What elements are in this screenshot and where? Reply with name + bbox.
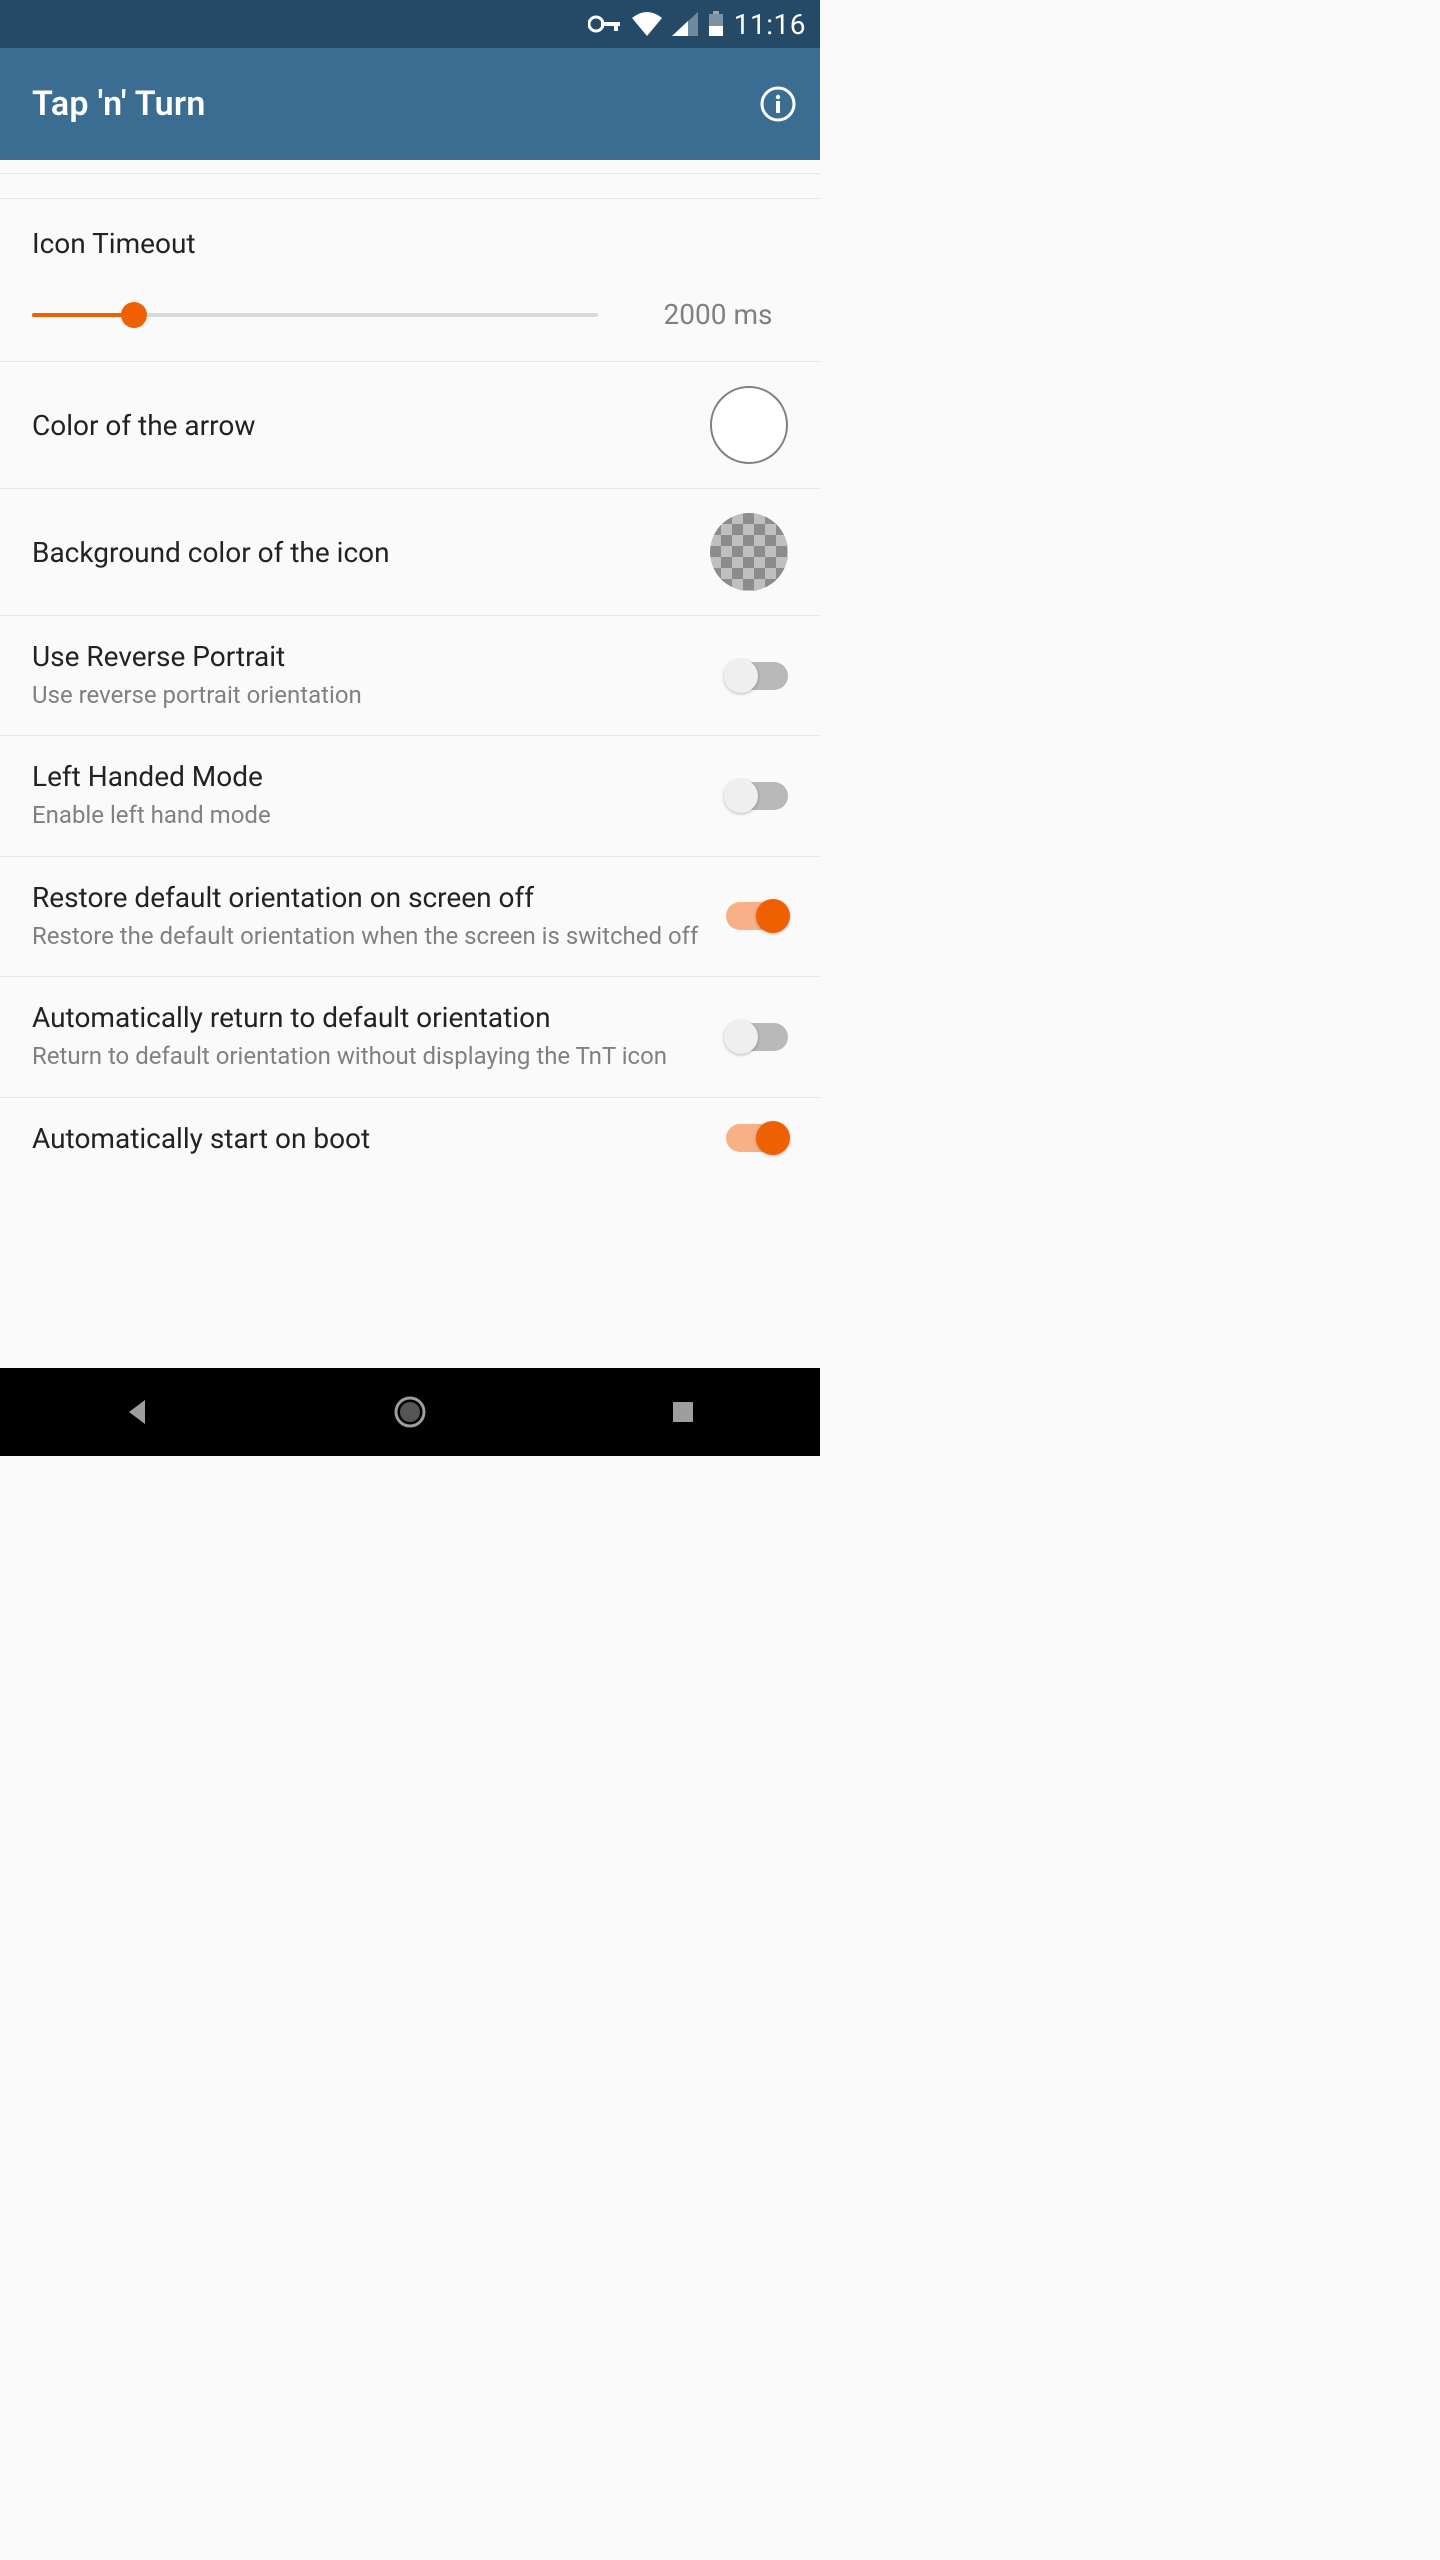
- auto-return-row[interactable]: Automatically return to default orientat…: [0, 976, 820, 1096]
- reverse-portrait-row[interactable]: Use Reverse Portrait Use reverse portrai…: [0, 615, 820, 735]
- wifi-icon: [632, 12, 662, 36]
- start-on-boot-row[interactable]: Automatically start on boot: [0, 1097, 820, 1165]
- slider-fill: [32, 313, 134, 317]
- left-handed-title: Left Handed Mode: [32, 760, 706, 793]
- icon-timeout-slider[interactable]: [32, 303, 598, 327]
- restore-default-title: Restore default orientation on screen of…: [32, 881, 706, 914]
- back-icon: [123, 1398, 151, 1426]
- icon-timeout-row[interactable]: Icon Timeout 2000 ms: [0, 198, 820, 361]
- left-handed-sub: Enable left hand mode: [32, 799, 706, 831]
- recents-button[interactable]: [643, 1372, 723, 1452]
- icon-timeout-title: Icon Timeout: [32, 227, 788, 260]
- arrow-color-title: Color of the arrow: [32, 409, 690, 442]
- app-title: Tap 'n' Turn: [32, 84, 206, 124]
- app-bar: Tap 'n' Turn: [0, 48, 820, 160]
- navigation-bar: [0, 1368, 820, 1456]
- start-on-boot-switch[interactable]: [726, 1124, 788, 1152]
- reverse-portrait-sub: Use reverse portrait orientation: [32, 679, 706, 711]
- prev-row-peek: [0, 160, 820, 174]
- arrow-color-swatch[interactable]: [710, 386, 788, 464]
- settings-list: Icon Timeout 2000 ms Color of the arrow …: [0, 160, 820, 1368]
- info-button[interactable]: [758, 84, 798, 124]
- info-icon: [759, 85, 797, 123]
- section-gap: [0, 174, 820, 198]
- arrow-color-row[interactable]: Color of the arrow: [0, 361, 820, 488]
- vpn-key-icon: [588, 14, 622, 34]
- slider-thumb[interactable]: [121, 302, 147, 328]
- left-handed-row[interactable]: Left Handed Mode Enable left hand mode: [0, 735, 820, 855]
- reverse-portrait-title: Use Reverse Portrait: [32, 640, 706, 673]
- bg-color-row[interactable]: Background color of the icon: [0, 488, 820, 615]
- auto-return-switch[interactable]: [726, 1023, 788, 1051]
- home-button[interactable]: [370, 1372, 450, 1452]
- status-bar: 11:16: [0, 0, 820, 48]
- bg-color-swatch[interactable]: [710, 513, 788, 591]
- bg-color-title: Background color of the icon: [32, 536, 690, 569]
- restore-default-switch[interactable]: [726, 902, 788, 930]
- restore-default-row[interactable]: Restore default orientation on screen of…: [0, 856, 820, 976]
- battery-icon: [708, 11, 724, 37]
- back-button[interactable]: [97, 1372, 177, 1452]
- auto-return-sub: Return to default orientation without di…: [32, 1040, 706, 1072]
- start-on-boot-title: Automatically start on boot: [32, 1122, 706, 1155]
- home-icon: [393, 1395, 427, 1429]
- reverse-portrait-switch[interactable]: [726, 662, 788, 690]
- recents-icon: [671, 1400, 695, 1424]
- left-handed-switch[interactable]: [726, 782, 788, 810]
- auto-return-title: Automatically return to default orientat…: [32, 1001, 706, 1034]
- icon-timeout-value: 2000 ms: [648, 298, 788, 331]
- clock-text: 11:16: [734, 8, 806, 41]
- restore-default-sub: Restore the default orientation when the…: [32, 920, 706, 952]
- cell-signal-icon: [672, 12, 698, 36]
